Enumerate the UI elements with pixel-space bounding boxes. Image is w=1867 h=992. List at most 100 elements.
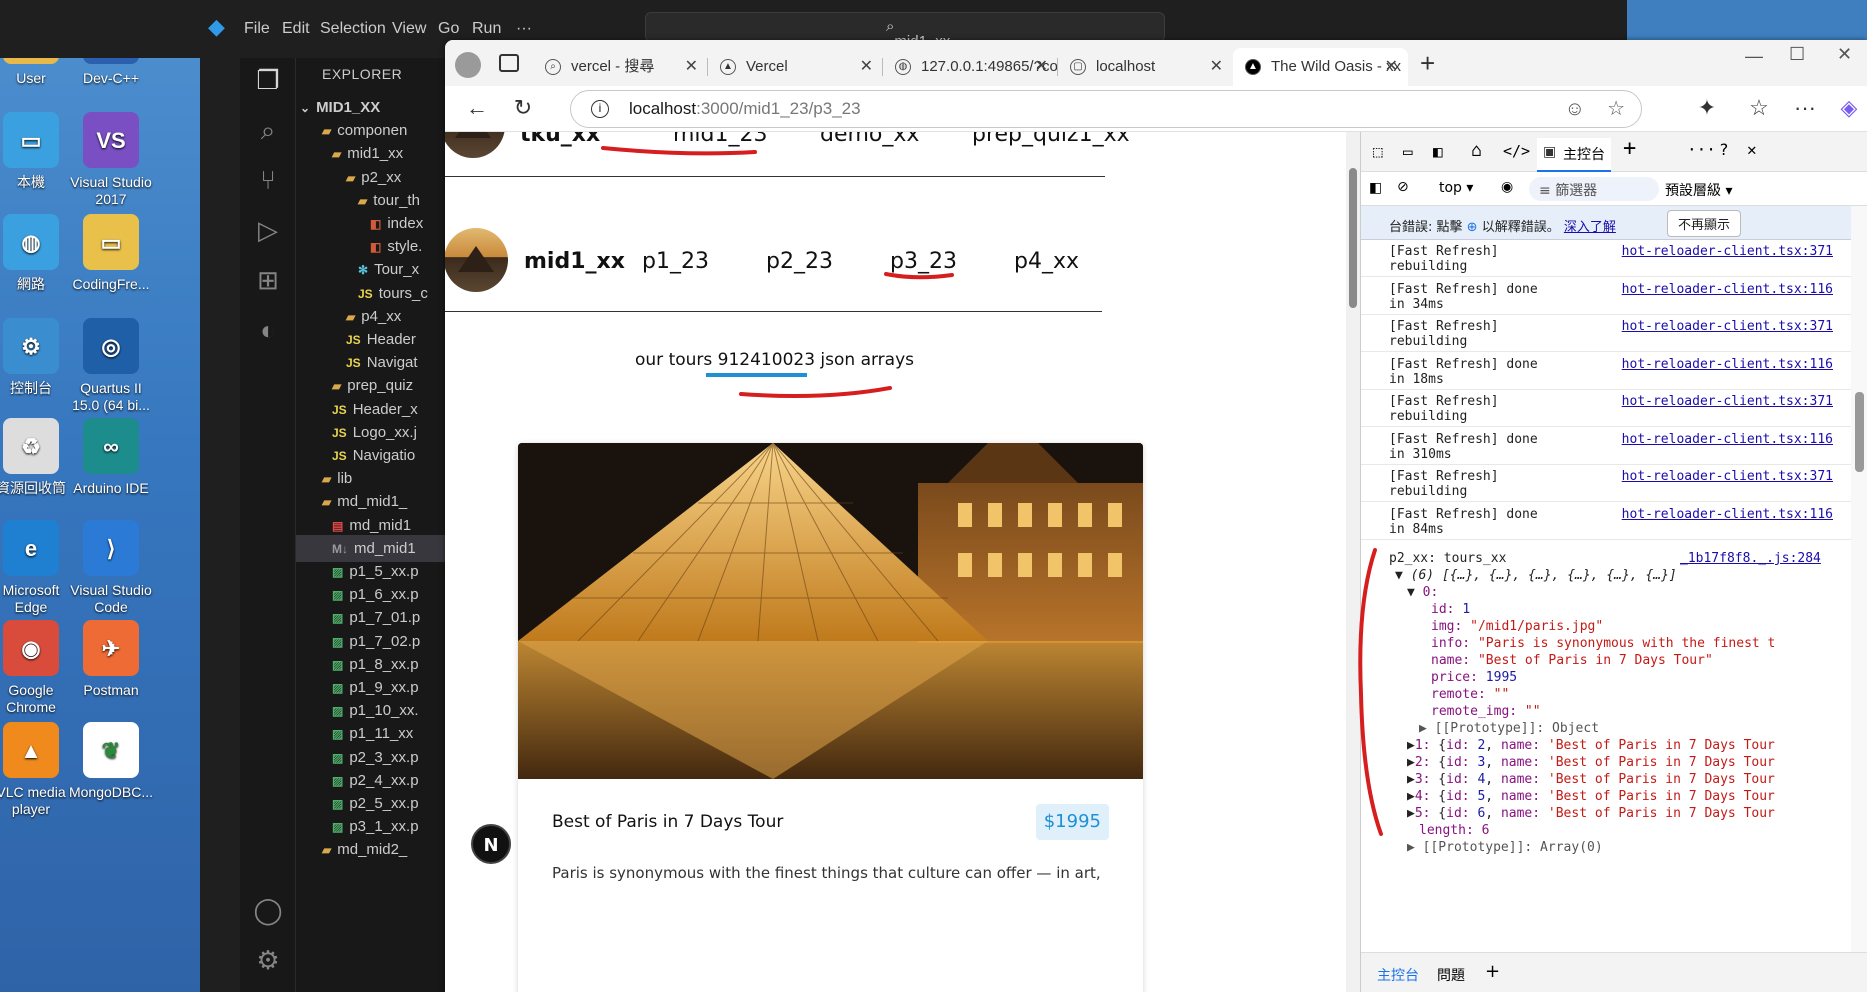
- tree-item[interactable]: ▰ md_mid2_: [296, 836, 450, 863]
- menu-file[interactable]: File: [244, 20, 270, 38]
- nav-link-p2[interactable]: p2_23: [766, 249, 833, 274]
- source-control-icon[interactable]: ⑂: [252, 164, 284, 196]
- menu-go[interactable]: Go: [438, 20, 459, 38]
- clear-console-icon[interactable]: ⊘: [1397, 179, 1409, 195]
- desktop-icon[interactable]: ∞ Arduino IDE: [66, 418, 156, 497]
- top-link-mid1[interactable]: mid1_23: [673, 132, 768, 147]
- logo[interactable]: [445, 228, 508, 292]
- menu-selection[interactable]: Selection: [320, 20, 386, 38]
- console-source-link[interactable]: hot-reloader-client.tsx:371: [1622, 244, 1833, 259]
- run-debug-icon[interactable]: ▷: [252, 214, 284, 246]
- desktop-icon[interactable]: ❦ MongoDBC...: [66, 722, 156, 801]
- close-tab-icon[interactable]: ✕: [1035, 48, 1048, 86]
- add-tool-icon[interactable]: +: [1623, 136, 1636, 161]
- desktop-icon[interactable]: ✈ Postman: [66, 620, 156, 699]
- close-tab-icon[interactable]: ✕: [1210, 48, 1223, 86]
- top-link-prep[interactable]: prep_quiz1_xx: [972, 132, 1130, 147]
- log-levels-dropdown[interactable]: 預設層級 ▾: [1665, 180, 1732, 200]
- menu-edit[interactable]: Edit: [282, 20, 310, 38]
- drawer-add-icon[interactable]: +: [1485, 961, 1500, 982]
- sidebar-toggle-icon[interactable]: ◧: [1369, 180, 1382, 196]
- array-summary[interactable]: ▼ (6) [{…}, {…}, {…}, {…}, {…}, {…}]: [1395, 567, 1677, 584]
- desktop-icon[interactable]: ▭ 本機: [0, 112, 76, 191]
- welcome-home-icon[interactable]: ⌂: [1471, 140, 1482, 161]
- dock-side-icon[interactable]: ◧: [1433, 142, 1443, 161]
- more-menu-icon[interactable]: ···: [1787, 90, 1823, 126]
- top-link-demo[interactable]: demo_xx: [820, 132, 919, 147]
- refresh-icon[interactable]: ↻: [505, 90, 541, 126]
- tab-localhost[interactable]: ▢ localhost ✕: [1058, 48, 1233, 86]
- console-source-link[interactable]: hot-reloader-client.tsx:116: [1622, 357, 1833, 372]
- extensions-icon[interactable]: ⊞: [252, 264, 284, 296]
- nav-link-p1[interactable]: p1_23: [642, 249, 709, 274]
- close-devtools-icon[interactable]: ✕: [1747, 140, 1757, 159]
- banner-learn-more-link[interactable]: 深入了解: [1564, 220, 1616, 235]
- vscode-logo-icon[interactable]: ◆: [208, 14, 225, 40]
- info-icon[interactable]: i: [591, 100, 609, 118]
- item0-prototype[interactable]: ▶ [[Prototype]]: Object: [1419, 720, 1599, 737]
- filter-input[interactable]: ≡ 篩選器: [1529, 177, 1659, 201]
- scroll-thumb[interactable]: [1349, 168, 1357, 308]
- nextjs-dev-indicator[interactable]: N: [471, 824, 511, 864]
- nav-link-p3[interactable]: p3_23: [890, 249, 957, 274]
- extensions-puzzle-icon[interactable]: ✦: [1689, 90, 1725, 126]
- minimize-button[interactable]: —: [1745, 46, 1763, 67]
- search-input[interactable]: ⌕ mid1_xx: [645, 12, 1165, 50]
- desktop-icon[interactable]: ◉ Google Chrome: [0, 620, 76, 716]
- drawer-tab-console[interactable]: 主控台: [1377, 965, 1419, 985]
- settings-gear-icon[interactable]: ⚙: [252, 944, 284, 976]
- array-prototype[interactable]: ▶ [[Prototype]]: Array(0): [1407, 839, 1603, 856]
- elements-code-icon[interactable]: </>: [1503, 142, 1530, 160]
- console-source-link[interactable]: hot-reloader-client.tsx:116: [1622, 432, 1833, 447]
- desktop-icon[interactable]: ◎ Quartus II 15.0 (64 bi...: [66, 318, 156, 414]
- live-expression-icon[interactable]: ◉: [1501, 179, 1513, 195]
- console-source-link[interactable]: hot-reloader-client.tsx:371: [1622, 319, 1833, 334]
- search-icon[interactable]: ⌕: [252, 114, 284, 146]
- tab-actions-icon[interactable]: [499, 54, 519, 72]
- top-brand[interactable]: tku_xx: [520, 132, 600, 147]
- read-aloud-icon[interactable]: ☺: [1565, 91, 1585, 127]
- object-log-source[interactable]: _1b17f8f8._.js:284: [1680, 550, 1821, 567]
- menu-view[interactable]: View: [392, 20, 426, 38]
- back-arrow-icon[interactable]: ←: [459, 90, 495, 126]
- context-selector[interactable]: top ▾: [1439, 180, 1473, 196]
- console-source-link[interactable]: hot-reloader-client.tsx:116: [1622, 282, 1833, 297]
- tab-vercel[interactable]: ▲ Vercel ✕: [708, 48, 883, 86]
- more-tools-icon[interactable]: ···: [1687, 140, 1716, 159]
- desktop-icon[interactable]: ▲ VLC media player: [0, 722, 76, 818]
- favorites-icon[interactable]: ☆: [1741, 90, 1777, 126]
- url-input[interactable]: i localhost:3000/mid1_23/p3_23 ☺ ☆: [570, 90, 1642, 128]
- console-tab[interactable]: ▣ 主控台: [1537, 138, 1611, 172]
- drawer-tab-issues[interactable]: 問題: [1437, 965, 1465, 985]
- close-tab-icon[interactable]: ✕: [1385, 48, 1398, 86]
- brand-link[interactable]: mid1_xx: [524, 249, 625, 274]
- help-icon[interactable]: ?: [1719, 140, 1729, 159]
- tab-wild-oasis[interactable]: ▲ The Wild Oasis - xx ✕: [1233, 48, 1408, 86]
- menu-more[interactable]: ···: [516, 20, 532, 38]
- desktop-icon[interactable]: ◍ 網路: [0, 214, 76, 293]
- desktop-icon[interactable]: ♻ 資源回收筒: [0, 418, 76, 497]
- tab-bing-search[interactable]: ⌕ vercel - 搜尋 ✕: [533, 48, 708, 86]
- collapsed-array-item[interactable]: ▶3: {id: 4, name: 'Best of Paris in 7 Da…: [1407, 771, 1775, 788]
- explorer-icon[interactable]: ❐: [252, 64, 284, 96]
- profile-avatar[interactable]: [455, 52, 481, 78]
- device-emulation-icon[interactable]: ▭: [1403, 142, 1413, 161]
- close-window-button[interactable]: ✕: [1837, 44, 1852, 65]
- nav-link-p4[interactable]: p4_xx: [1014, 249, 1079, 274]
- banner-explain-link[interactable]: 以解釋錯誤。: [1482, 220, 1560, 235]
- devtools-scrollbar[interactable]: [1851, 206, 1867, 952]
- collapsed-array-item[interactable]: ▶2: {id: 3, name: 'Best of Paris in 7 Da…: [1407, 754, 1775, 771]
- desktop-icon[interactable]: ▭ CodingFre...: [66, 214, 156, 293]
- close-tab-icon[interactable]: ✕: [860, 48, 873, 86]
- new-tab-button[interactable]: +: [1420, 48, 1435, 79]
- menu-run[interactable]: Run: [472, 20, 501, 38]
- dont-show-again-button[interactable]: 不再顯示: [1667, 210, 1742, 237]
- favorite-star-icon[interactable]: ☆: [1607, 91, 1625, 127]
- collapsed-array-item[interactable]: ▶1: {id: 2, name: 'Best of Paris in 7 Da…: [1407, 737, 1775, 754]
- maximize-button[interactable]: ☐: [1789, 44, 1805, 65]
- copilot-icon[interactable]: ◈: [1831, 90, 1867, 126]
- remote-icon[interactable]: ◐: [252, 314, 284, 346]
- account-icon[interactable]: ◯: [252, 894, 284, 926]
- console-source-link[interactable]: hot-reloader-client.tsx:371: [1622, 394, 1833, 409]
- console-source-link[interactable]: hot-reloader-client.tsx:371: [1622, 469, 1833, 484]
